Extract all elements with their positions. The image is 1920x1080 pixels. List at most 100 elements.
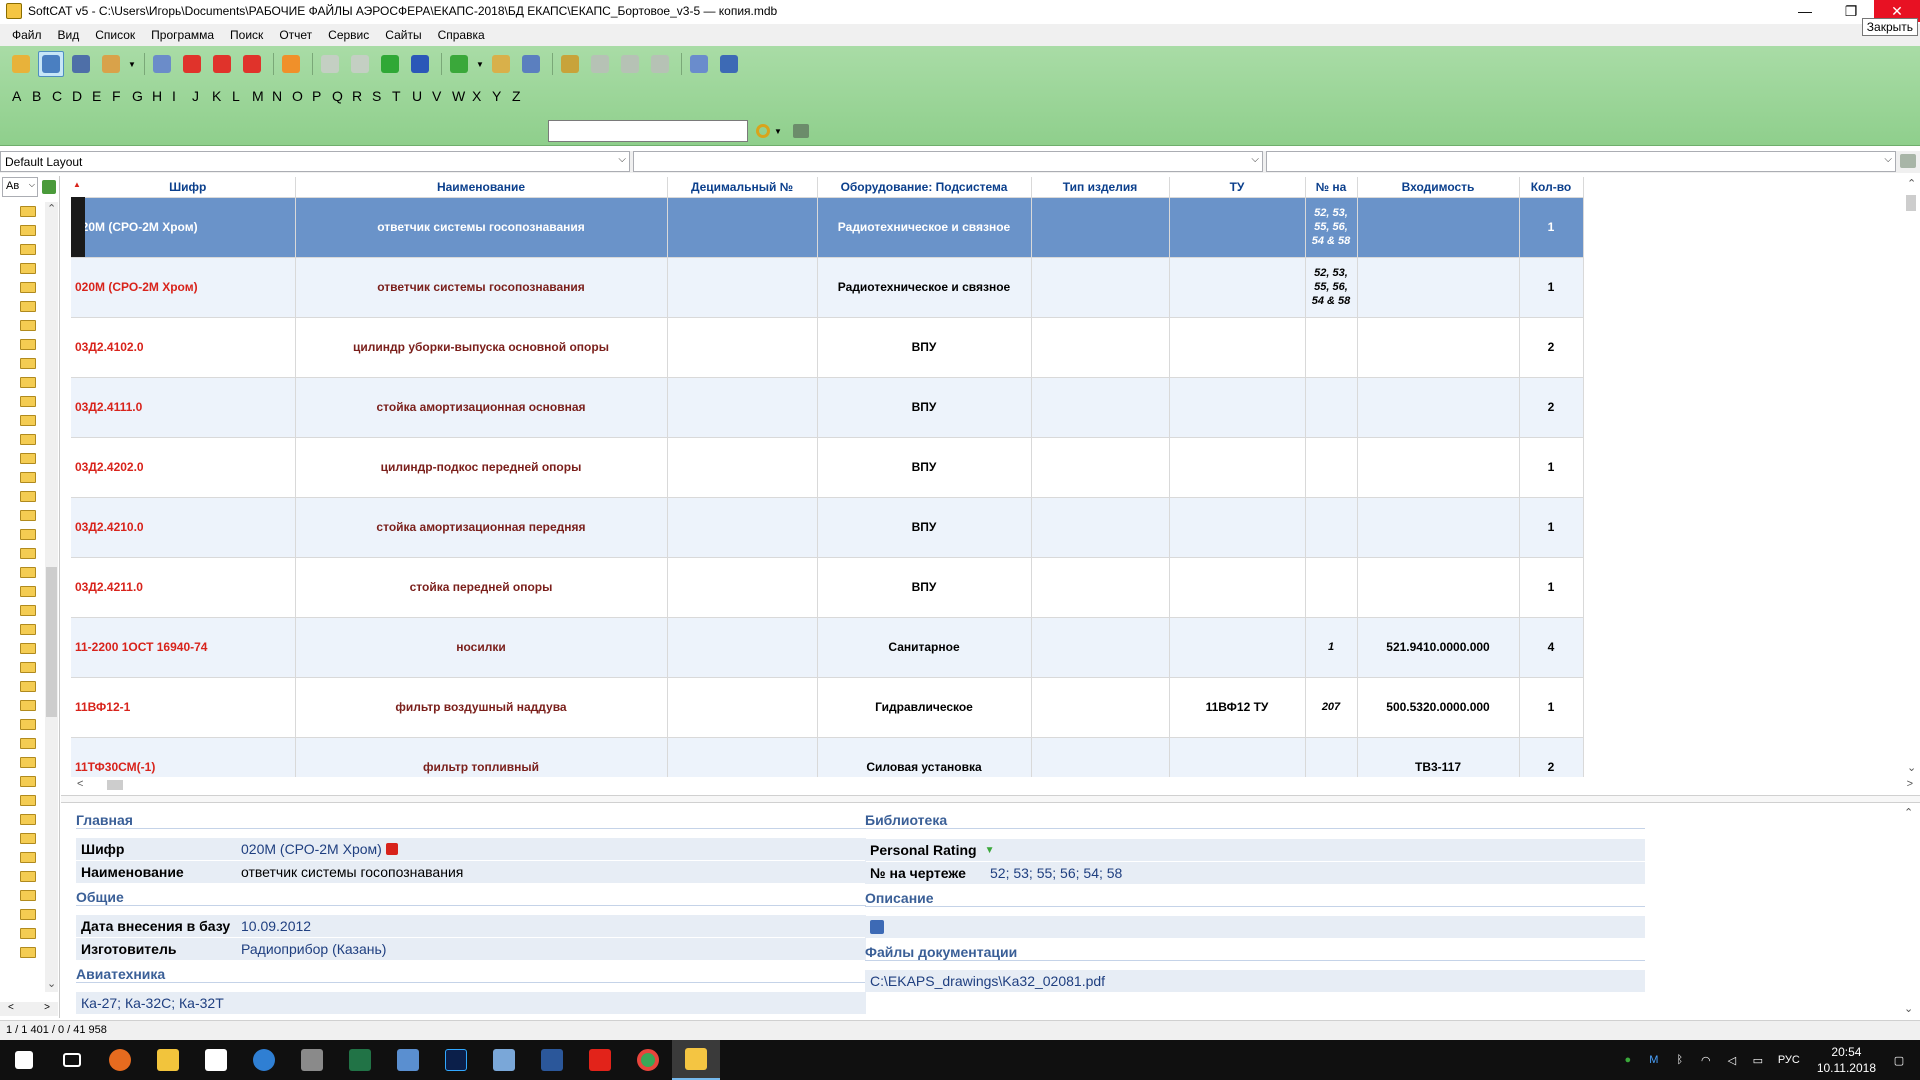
cell-qty[interactable]: 2 (1519, 737, 1584, 777)
cell-subsystem[interactable]: ВПУ (817, 317, 1032, 378)
delete-record-button[interactable] (239, 51, 265, 77)
scroll-left-icon[interactable]: < (8, 1002, 14, 1016)
folder-icon[interactable] (20, 757, 36, 768)
folder-icon[interactable] (20, 776, 36, 787)
column-header-code[interactable]: ▲ Шифр (71, 177, 296, 198)
next-record-button[interactable] (377, 51, 403, 77)
cell-name[interactable]: стойка амортизационная основная (295, 377, 668, 438)
cell-type[interactable] (1031, 497, 1170, 558)
cell-name[interactable]: фильтр топливный (295, 737, 668, 777)
cell-tu[interactable] (1169, 737, 1306, 777)
edit-description-icon[interactable] (870, 920, 884, 934)
cell-entry[interactable] (1357, 317, 1520, 378)
table-row[interactable]: 03Д2.4102.0 цилиндр уборки-выпуска основн… (71, 317, 1584, 378)
table-row[interactable]: 03Д2.4210.0 стойка амортизационная передн… (71, 497, 1584, 558)
folder-icon[interactable] (20, 624, 36, 635)
taskbar-acrobat[interactable] (576, 1040, 624, 1080)
cell-number[interactable]: 207 (1305, 677, 1358, 738)
folder-icon[interactable] (20, 605, 36, 616)
cell-decimal[interactable] (667, 557, 818, 618)
cell-decimal[interactable] (667, 737, 818, 777)
cell-code[interactable]: 03Д2.4211.0 (71, 557, 296, 618)
folder-icon[interactable] (20, 510, 36, 521)
alpha-l[interactable]: L (232, 88, 252, 104)
cell-decimal[interactable] (667, 317, 818, 378)
cell-code[interactable]: 020М (СРО-2М Хром) (71, 257, 296, 318)
scroll-right-icon[interactable]: > (1907, 778, 1913, 790)
folder-icon[interactable] (20, 814, 36, 825)
taskbar-softcat[interactable] (672, 1040, 720, 1080)
folder-icon[interactable] (20, 358, 36, 369)
tree-scroll-thumb[interactable] (46, 567, 57, 717)
scroll-up-icon[interactable]: ⌃ (1907, 177, 1916, 190)
cell-tu[interactable] (1169, 317, 1306, 378)
taskbar-photoshop[interactable] (432, 1040, 480, 1080)
tree-sort-combo[interactable]: Ав ⌵ (2, 177, 38, 197)
cell-code[interactable]: 03Д2.4111.0 (71, 377, 296, 438)
alpha-i[interactable]: I (172, 88, 192, 104)
first-record-button[interactable] (317, 51, 343, 77)
menu-service[interactable]: Сервис (320, 28, 377, 42)
filter-combo-2[interactable]: ⌵ (633, 151, 1263, 172)
cell-qty[interactable]: 1 (1519, 557, 1584, 618)
cell-name[interactable]: цилиндр-подкос передней опоры (295, 437, 668, 498)
link-button[interactable] (557, 51, 583, 77)
aviation-value[interactable]: Ка-27; Ка-32С; Ка-32Т (76, 995, 224, 1011)
table-row[interactable]: 11ВФ12-1 фильтр воздушный наддува Гидравли… (71, 677, 1584, 738)
alpha-a[interactable]: A (12, 88, 32, 104)
cell-entry[interactable]: 521.9410.0000.000 (1357, 617, 1520, 678)
columns-button[interactable] (518, 51, 544, 77)
cell-number[interactable] (1305, 497, 1358, 558)
alpha-j[interactable]: J (192, 88, 212, 104)
alpha-s[interactable]: S (372, 88, 392, 104)
check-dropdown-icon[interactable]: ▼ (476, 51, 484, 77)
taskbar-app[interactable] (288, 1040, 336, 1080)
search-input[interactable] (548, 120, 748, 142)
cell-code[interactable]: 11ВФ12-1 (71, 677, 296, 738)
alpha-m[interactable]: M (252, 88, 272, 104)
folder-icon[interactable] (20, 529, 36, 540)
cell-name[interactable]: цилиндр уборки-выпуска основной опоры (295, 317, 668, 378)
cell-name[interactable]: стойка передней опоры (295, 557, 668, 618)
folder-icon[interactable] (20, 491, 36, 502)
folder-icon[interactable] (20, 453, 36, 464)
grid-hscrollbar[interactable]: < > (71, 777, 1919, 793)
menu-sites[interactable]: Сайты (377, 28, 429, 42)
cell-number[interactable] (1305, 377, 1358, 438)
cell-entry[interactable] (1357, 557, 1520, 618)
column-header-subsystem[interactable]: Оборудование: Подсистема (817, 177, 1032, 198)
grid-vscroll-thumb[interactable] (1906, 195, 1916, 211)
cell-name[interactable]: стойка амортизационная передняя (295, 497, 668, 558)
menu-help[interactable]: Справка (430, 28, 493, 42)
cell-entry[interactable] (1357, 497, 1520, 558)
folder-icon[interactable] (20, 567, 36, 578)
alpha-y[interactable]: Y (492, 88, 512, 104)
cell-type[interactable] (1031, 317, 1170, 378)
cell-qty[interactable]: 1 (1519, 197, 1584, 258)
cell-type[interactable] (1031, 677, 1170, 738)
folder-icon[interactable] (20, 244, 36, 255)
folder-icon[interactable] (20, 415, 36, 426)
column-header-qty[interactable]: Кол-во (1519, 177, 1584, 198)
cell-code[interactable]: 03Д2.4210.0 (71, 497, 296, 558)
panel-splitter[interactable] (61, 795, 1920, 803)
cell-type[interactable] (1031, 257, 1170, 318)
network-status-icon[interactable]: ● (1618, 1052, 1638, 1068)
alpha-u[interactable]: U (412, 88, 432, 104)
move-up-button[interactable] (209, 51, 235, 77)
column-header-name[interactable]: Наименование (295, 177, 668, 198)
cell-number[interactable]: 1 (1305, 617, 1358, 678)
table-row[interactable]: 03Д2.4211.0 стойка передней опоры ВПУ 1 (71, 557, 1584, 618)
alpha-r[interactable]: R (352, 88, 372, 104)
folder-icon[interactable] (20, 301, 36, 312)
cell-type[interactable] (1031, 197, 1170, 258)
grid-hscroll-thumb[interactable] (107, 780, 123, 790)
bluetooth-icon[interactable]: ᛒ (1670, 1052, 1690, 1068)
clock[interactable]: 20:54 10.11.2018 (1817, 1044, 1876, 1076)
tree-hscrollbar[interactable]: < > (0, 1002, 58, 1016)
cell-tu[interactable] (1169, 197, 1306, 258)
alpha-f[interactable]: F (112, 88, 132, 104)
add-record-button[interactable] (179, 51, 205, 77)
folder-icon[interactable] (20, 206, 36, 217)
menu-view[interactable]: Вид (50, 28, 88, 42)
